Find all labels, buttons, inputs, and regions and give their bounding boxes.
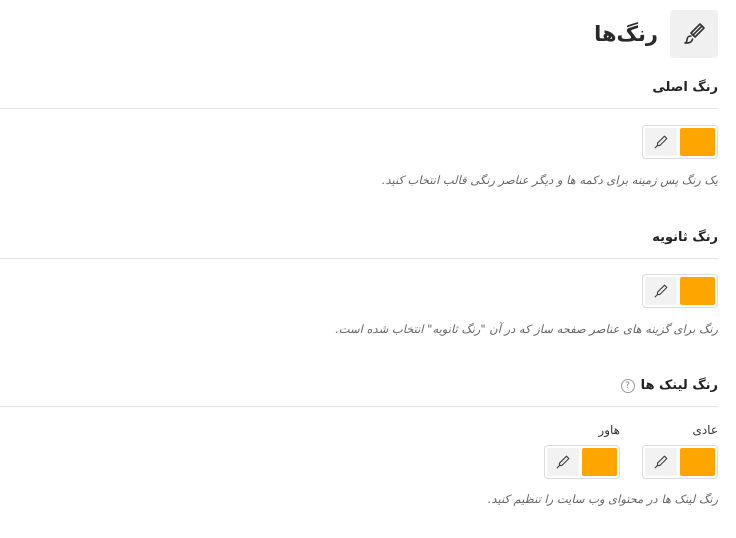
- link-normal-label: عادی: [692, 423, 718, 437]
- secondary-color-picker[interactable]: [642, 274, 718, 308]
- link-hover-color-picker[interactable]: [544, 445, 620, 479]
- link-hover-label: هاور: [598, 423, 620, 437]
- primary-color-description: یک رنگ پس زمینه برای دکمه ها و دیگر عناص…: [381, 173, 718, 187]
- eyedropper-icon[interactable]: [547, 448, 579, 476]
- divider: [0, 406, 718, 407]
- eyedropper-icon[interactable]: [645, 128, 677, 156]
- link-normal-swatch[interactable]: [679, 448, 715, 476]
- page-header: رنگ‌ها: [594, 10, 718, 58]
- link-color-title-text: رنگ لینک ها: [640, 378, 718, 393]
- primary-color-title: رنگ اصلی: [652, 80, 718, 95]
- secondary-color-swatch[interactable]: [679, 277, 715, 305]
- eyedropper-icon[interactable]: [645, 448, 677, 476]
- divider: [0, 108, 718, 109]
- secondary-color-description: رنگ برای گزینه های عناصر صفحه ساز که در …: [335, 322, 718, 336]
- secondary-color-title: رنگ ثانویه: [652, 230, 718, 245]
- help-icon[interactable]: ?: [620, 378, 635, 393]
- link-normal-color-picker[interactable]: [642, 445, 718, 479]
- link-color-title: رنگ لینک ها ?: [620, 378, 718, 393]
- primary-color-picker[interactable]: [642, 125, 718, 159]
- brush-icon: [670, 10, 718, 58]
- divider: [0, 258, 718, 259]
- page-title: رنگ‌ها: [594, 22, 658, 46]
- eyedropper-icon[interactable]: [645, 277, 677, 305]
- link-color-description: رنگ لینک ها در محتوای وب سایت را تنظیم ک…: [487, 492, 718, 506]
- primary-color-swatch[interactable]: [679, 128, 715, 156]
- link-hover-swatch[interactable]: [581, 448, 617, 476]
